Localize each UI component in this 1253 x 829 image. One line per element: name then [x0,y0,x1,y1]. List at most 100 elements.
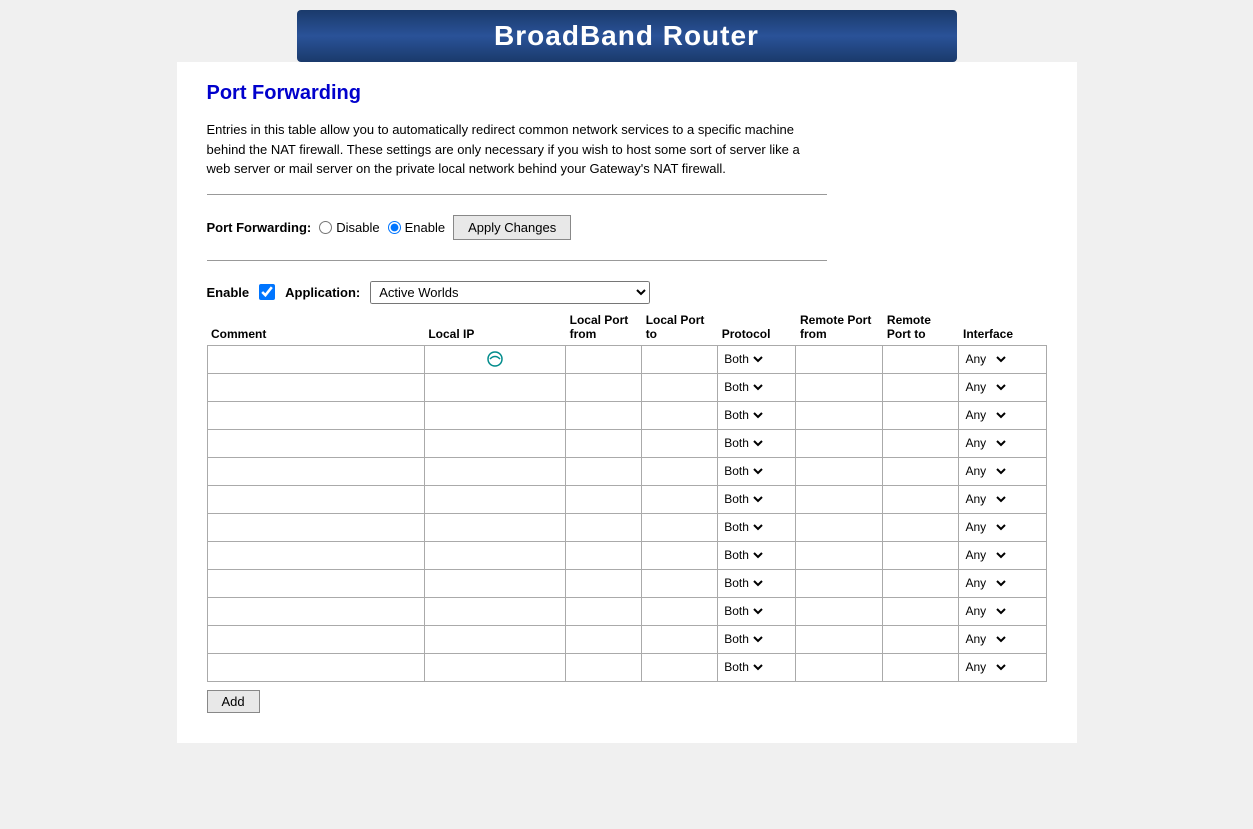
remote-port-from-input[interactable] [798,404,880,426]
local-port-to-input[interactable] [644,656,715,678]
interface-select[interactable]: AnyWANLAN [961,519,1009,535]
local-port-to-input[interactable] [644,516,715,538]
remote-port-to-input[interactable] [885,656,956,678]
local-port-from-input[interactable] [568,656,639,678]
protocol-select[interactable]: BothTCPUDP [720,379,766,395]
comment-input[interactable] [210,628,422,650]
apply-changes-button[interactable]: Apply Changes [453,215,571,240]
remote-port-to-input[interactable] [885,544,956,566]
interface-select[interactable]: AnyWANLAN [961,463,1009,479]
disable-radio-label[interactable]: Disable [319,220,379,235]
comment-input[interactable] [210,656,422,678]
local-port-to-input[interactable] [644,404,715,426]
local-ip-input[interactable] [427,656,563,678]
local-port-to-input[interactable] [644,600,715,622]
enable-radio-label[interactable]: Enable [388,220,445,235]
local-port-to-input[interactable] [644,488,715,510]
interface-select[interactable]: AnyWANLAN [961,659,1009,675]
remote-port-to-input[interactable] [885,460,956,482]
local-ip-input[interactable] [427,628,563,650]
comment-input[interactable] [210,404,422,426]
remote-port-from-input[interactable] [798,572,880,594]
protocol-select[interactable]: BothTCPUDP [720,575,766,591]
comment-input[interactable] [210,544,422,566]
local-port-from-input[interactable] [568,376,639,398]
interface-select[interactable]: AnyWANLAN [961,435,1009,451]
local-port-from-input[interactable] [568,516,639,538]
remote-port-to-input[interactable] [885,572,956,594]
remote-port-to-input[interactable] [885,628,956,650]
local-ip-input[interactable] [427,600,563,622]
local-port-from-input[interactable] [568,600,639,622]
remote-port-from-input[interactable] [798,376,880,398]
remote-port-to-input[interactable] [885,600,956,622]
comment-input[interactable] [210,460,422,482]
local-ip-input[interactable] [427,376,563,398]
comment-input[interactable] [210,600,422,622]
protocol-select[interactable]: BothTCPUDP [720,463,766,479]
local-port-to-input[interactable] [644,460,715,482]
local-ip-input[interactable] [427,544,563,566]
protocol-select[interactable]: BothTCPUDP [720,659,766,675]
comment-input[interactable] [210,516,422,538]
interface-select[interactable]: AnyWANLAN [961,379,1009,395]
local-ip-input[interactable] [427,432,563,454]
interface-select[interactable]: AnyWANLAN [961,631,1009,647]
remote-port-to-input[interactable] [885,376,956,398]
local-port-to-input[interactable] [644,432,715,454]
local-ip-input[interactable] [427,404,563,426]
interface-select[interactable]: AnyWANLAN [961,547,1009,563]
local-port-from-input[interactable] [568,432,639,454]
protocol-select[interactable]: BothTCPUDP [720,631,766,647]
protocol-select[interactable]: BothTCPUDP [720,603,766,619]
local-ip-input[interactable] [427,460,563,482]
local-ip-input[interactable] [427,488,563,510]
enable-checkbox[interactable] [259,284,275,300]
local-port-to-input[interactable] [644,628,715,650]
remote-port-from-input[interactable] [798,432,880,454]
local-port-from-input[interactable] [568,404,639,426]
comment-input[interactable] [210,376,422,398]
remote-port-to-input[interactable] [885,516,956,538]
comment-input[interactable] [210,348,422,370]
enable-radio[interactable] [388,221,401,234]
protocol-select[interactable]: BothTCPUDP [720,407,766,423]
remote-port-from-input[interactable] [798,656,880,678]
remote-port-from-input[interactable] [798,600,880,622]
local-port-from-input[interactable] [568,544,639,566]
protocol-select[interactable]: BothTCPUDP [720,491,766,507]
application-select[interactable]: Active Worlds AIM Talk AIM Age of Empire… [370,281,650,304]
local-port-to-input[interactable] [644,348,715,370]
comment-input[interactable] [210,488,422,510]
local-port-from-input[interactable] [568,572,639,594]
interface-select[interactable]: AnyWANLAN [961,491,1009,507]
local-ip-input[interactable] [427,572,563,594]
remote-port-to-input[interactable] [885,348,956,370]
add-button[interactable]: Add [207,690,260,713]
local-port-to-input[interactable] [644,376,715,398]
interface-select[interactable]: AnyWANLAN [961,603,1009,619]
protocol-select[interactable]: BothTCPUDP [720,547,766,563]
interface-select[interactable]: AnyWANLAN [961,575,1009,591]
comment-input[interactable] [210,572,422,594]
remote-port-from-input[interactable] [798,460,880,482]
protocol-select[interactable]: BothTCPUDP [720,435,766,451]
remote-port-from-input[interactable] [798,544,880,566]
interface-select[interactable]: AnyWANLAN [961,351,1009,367]
local-port-from-input[interactable] [568,348,639,370]
remote-port-from-input[interactable] [798,488,880,510]
interface-select[interactable]: AnyWANLAN [961,407,1009,423]
protocol-select[interactable]: BothTCPUDP [720,351,766,367]
remote-port-from-input[interactable] [798,628,880,650]
remote-port-to-input[interactable] [885,404,956,426]
local-port-to-input[interactable] [644,572,715,594]
remote-port-to-input[interactable] [885,432,956,454]
local-port-from-input[interactable] [568,628,639,650]
local-port-from-input[interactable] [568,460,639,482]
remote-port-from-input[interactable] [798,348,880,370]
protocol-select[interactable]: BothTCPUDP [720,519,766,535]
local-ip-input[interactable] [427,516,563,538]
comment-input[interactable] [210,432,422,454]
remote-port-to-input[interactable] [885,488,956,510]
remote-port-from-input[interactable] [798,516,880,538]
